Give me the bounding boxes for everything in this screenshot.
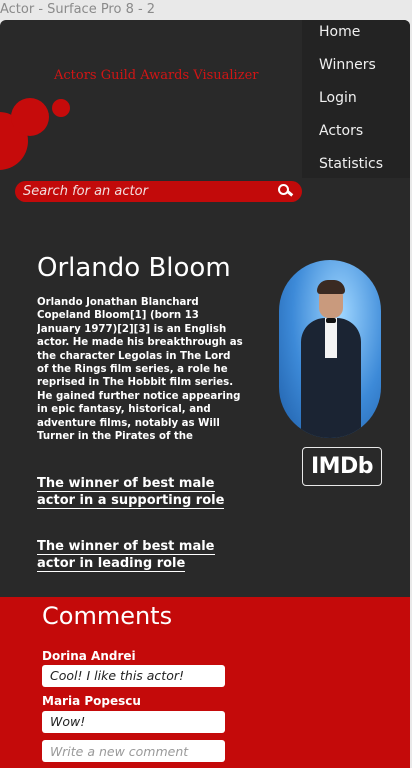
award-link-supporting[interactable]: The winner of best male actor in a suppo… — [37, 475, 241, 509]
nav-item-actors[interactable]: Actors — [302, 119, 410, 152]
comment-author: Maria Popescu — [42, 694, 141, 708]
imdb-button[interactable]: IMDb — [302, 447, 382, 486]
nav-menu: Home Winners Login Actors Statistics — [302, 20, 410, 178]
comments-title: Comments — [42, 602, 173, 630]
decorative-circle — [52, 99, 70, 117]
nav-item-login[interactable]: Login — [302, 86, 410, 119]
photo-bow-tie — [326, 318, 336, 323]
award-label: The winner of best male actor in a suppo… — [37, 476, 225, 509]
decorative-circle — [11, 98, 49, 136]
comments-section: Comments Dorina Andrei Cool! I like this… — [0, 597, 410, 768]
window-title: Actor - Surface Pro 8 - 2 — [0, 2, 156, 17]
actor-photo — [279, 260, 381, 438]
actor-name: Orlando Bloom — [37, 253, 231, 283]
nav-item-winners[interactable]: Winners — [302, 53, 410, 86]
new-comment-input[interactable] — [42, 740, 225, 762]
award-label: The winner of best male actor in leading… — [37, 539, 215, 572]
search-bar — [15, 181, 302, 202]
photo-hair — [317, 280, 345, 294]
photo-shirt — [325, 318, 337, 358]
comment-text: Wow! — [42, 711, 225, 733]
app-title: Actors Guild Awards Visualizer — [54, 68, 259, 83]
search-icon[interactable] — [278, 183, 294, 200]
app-screen: Actors Guild Awards Visualizer Home Winn… — [0, 20, 410, 768]
search-input[interactable] — [23, 184, 278, 199]
nav-item-statistics[interactable]: Statistics — [302, 152, 410, 185]
award-link-leading[interactable]: The winner of best male actor in leading… — [37, 538, 241, 572]
comment-text: Cool! I like this actor! — [42, 665, 225, 687]
comment-author: Dorina Andrei — [42, 649, 136, 663]
actor-bio: Orlando Jonathan Blanchard Copeland Bloo… — [37, 297, 243, 441]
nav-item-home[interactable]: Home — [302, 20, 410, 53]
